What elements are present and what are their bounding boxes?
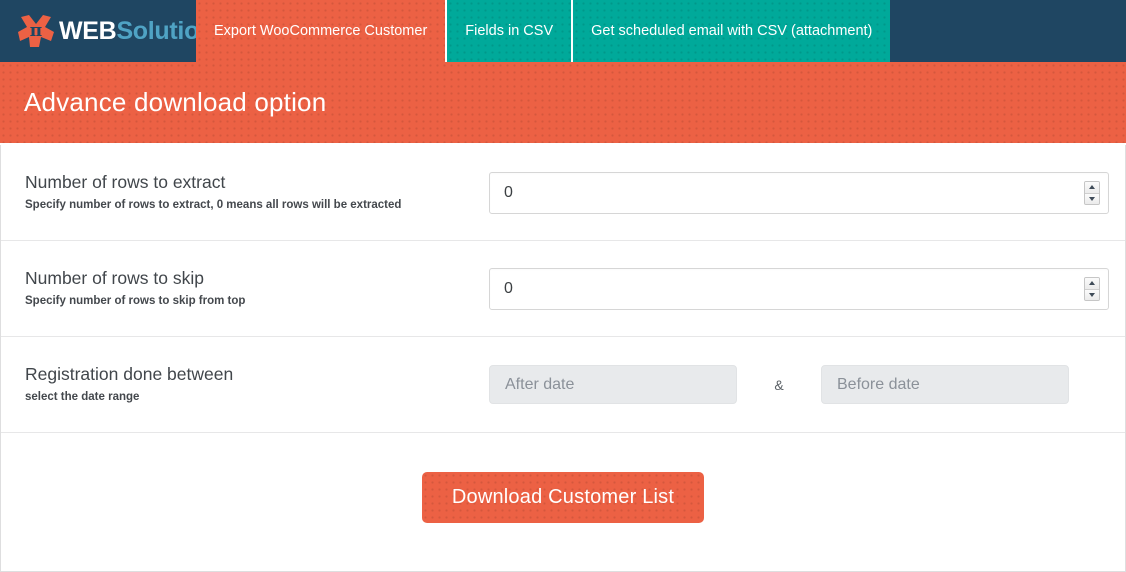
tab-label: Get scheduled email with CSV (attachment… xyxy=(591,23,873,39)
nav-filler xyxy=(890,0,1126,62)
tab-export-woocommerce-customer[interactable]: Export WooCommerce Customer xyxy=(196,0,446,62)
app-page: π WEBSolution Export WooCommerce Custome… xyxy=(0,0,1126,572)
after-date-placeholder: After date xyxy=(505,375,575,393)
field-label: Number of rows to skip xyxy=(25,268,204,289)
x-pi-logo-icon: π xyxy=(16,11,56,51)
field-label: Registration done between xyxy=(25,364,234,385)
top-navigation-bar: π WEBSolution Export WooCommerce Custome… xyxy=(0,0,1126,62)
form-row-rows-to-extract: Number of rows to extract Specify number… xyxy=(1,145,1125,241)
form-row-field-group: 0 xyxy=(489,171,1109,214)
form-row-field-group: After date & Before date xyxy=(489,365,1105,404)
tab-label: Fields in CSV xyxy=(465,23,554,39)
form-row-rows-to-skip: Number of rows to skip Specify number of… xyxy=(1,241,1125,337)
field-label: Number of rows to extract xyxy=(25,172,226,193)
form-row-label-group: Number of rows to extract Specify number… xyxy=(25,171,489,213)
stepper-down-icon[interactable] xyxy=(1085,288,1099,300)
rows-to-extract-input[interactable]: 0 xyxy=(489,171,1109,214)
tab-fields-in-csv[interactable]: Fields in CSV xyxy=(445,0,572,62)
rows-to-extract-value: 0 xyxy=(504,183,513,201)
brand-logo-area[interactable]: π WEBSolution xyxy=(0,0,214,62)
date-range-separator: & xyxy=(774,376,784,393)
main-panel: Advance download option Number of rows t… xyxy=(0,62,1126,572)
form-actions: Download Customer List xyxy=(1,433,1125,561)
field-description: select the date range xyxy=(25,391,140,404)
stepper-up-icon[interactable] xyxy=(1085,181,1099,193)
panel-header-banner: Advance download option xyxy=(0,62,1126,145)
svg-text:π: π xyxy=(30,21,42,41)
advance-download-form: Number of rows to extract Specify number… xyxy=(1,145,1125,561)
brand-name-primary: WEB xyxy=(59,16,117,45)
before-date-placeholder: Before date xyxy=(837,375,920,393)
rows-to-skip-input[interactable]: 0 xyxy=(489,267,1109,310)
number-stepper[interactable] xyxy=(1084,276,1100,301)
download-customer-list-button[interactable]: Download Customer List xyxy=(421,471,705,523)
before-date-input[interactable]: Before date xyxy=(821,365,1069,404)
page-title: Advance download option xyxy=(24,87,327,117)
form-row-registration-date-range: Registration done between select the dat… xyxy=(1,337,1125,433)
field-description: Specify number of rows to skip from top xyxy=(25,295,246,308)
stepper-down-icon[interactable] xyxy=(1085,192,1099,204)
after-date-input[interactable]: After date xyxy=(489,365,737,404)
brand-name: WEBSolution xyxy=(59,16,214,45)
tab-get-scheduled-email[interactable]: Get scheduled email with CSV (attachment… xyxy=(571,0,891,62)
tab-label: Export WooCommerce Customer xyxy=(214,23,428,39)
number-stepper[interactable] xyxy=(1084,180,1100,205)
form-row-label-group: Number of rows to skip Specify number of… xyxy=(25,267,489,309)
form-row-label-group: Registration done between select the dat… xyxy=(25,363,489,405)
rows-to-skip-value: 0 xyxy=(504,279,513,297)
form-row-field-group: 0 xyxy=(489,267,1109,310)
stepper-up-icon[interactable] xyxy=(1085,277,1099,289)
field-description: Specify number of rows to extract, 0 mea… xyxy=(25,199,402,212)
